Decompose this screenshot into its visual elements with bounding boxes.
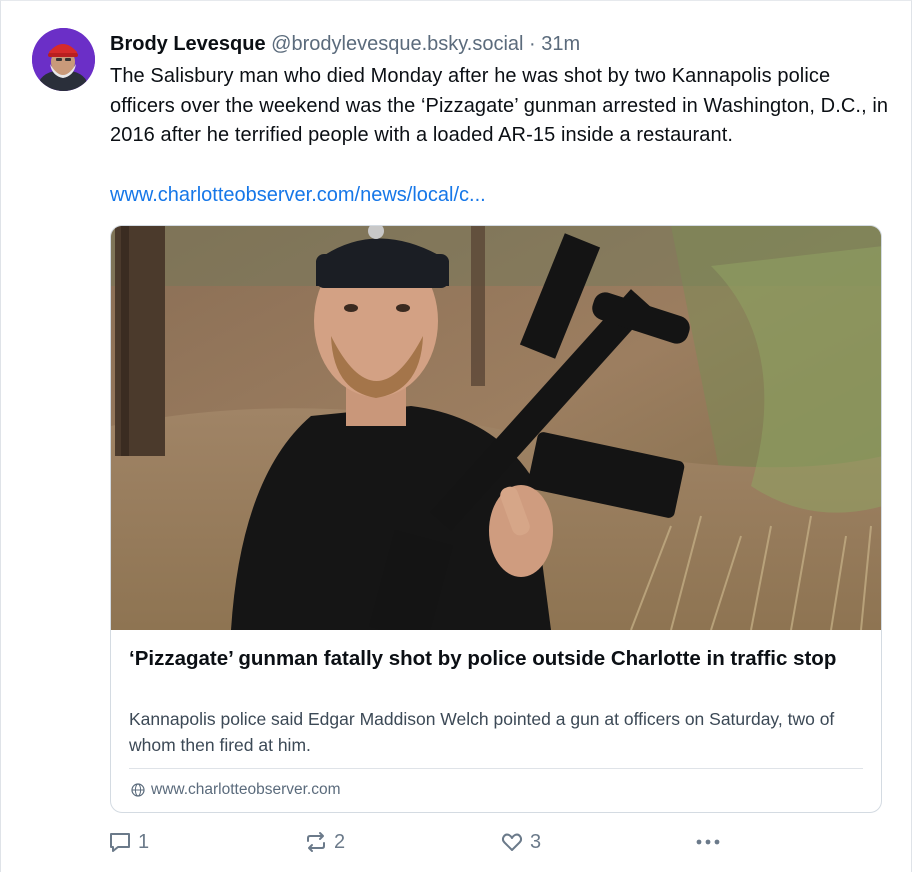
like-button[interactable]: 3 — [500, 825, 541, 859]
reply-button[interactable]: 1 — [108, 825, 149, 859]
link-preview-description: Kannapolis police said Edgar Maddison We… — [129, 709, 835, 755]
link-preview-image — [111, 226, 881, 630]
link-preview-domain: www.charlotteobserver.com — [131, 779, 341, 801]
card-divider — [129, 768, 863, 769]
speech-bubble-icon — [108, 830, 132, 854]
heart-icon — [500, 830, 524, 854]
header-separator: · — [529, 33, 536, 55]
domain-text: www.charlotteobserver.com — [151, 781, 341, 798]
globe-icon — [131, 783, 145, 797]
more-options-button[interactable] — [694, 825, 722, 859]
ellipsis-icon — [694, 830, 722, 854]
avatar[interactable] — [32, 28, 95, 91]
post[interactable]: Brody Levesque @brodylevesque.bsky.socia… — [0, 0, 912, 872]
link-preview-title: ‘Pizzagate’ gunman fatally shot by polic… — [129, 647, 837, 670]
post-header: Brody Levesque @brodylevesque.bsky.socia… — [110, 31, 580, 57]
post-timestamp[interactable]: 31m — [541, 33, 580, 55]
like-count: 3 — [530, 830, 542, 853]
link-preview-card[interactable]: ‘Pizzagate’ gunman fatally shot by polic… — [110, 225, 882, 813]
post-text: The Salisbury man who died Monday after … — [110, 65, 889, 146]
reply-count: 1 — [138, 830, 150, 853]
repost-arrows-icon — [304, 830, 328, 854]
author-name[interactable]: Brody Levesque — [110, 33, 266, 55]
repost-button[interactable]: 2 — [304, 825, 345, 859]
author-handle[interactable]: @brodylevesque.bsky.social — [271, 33, 523, 55]
repost-count: 2 — [334, 830, 346, 853]
post-actions: 1 2 3 — [108, 825, 748, 859]
post-link[interactable]: www.charlotteobserver.com/news/local/c..… — [110, 181, 486, 209]
